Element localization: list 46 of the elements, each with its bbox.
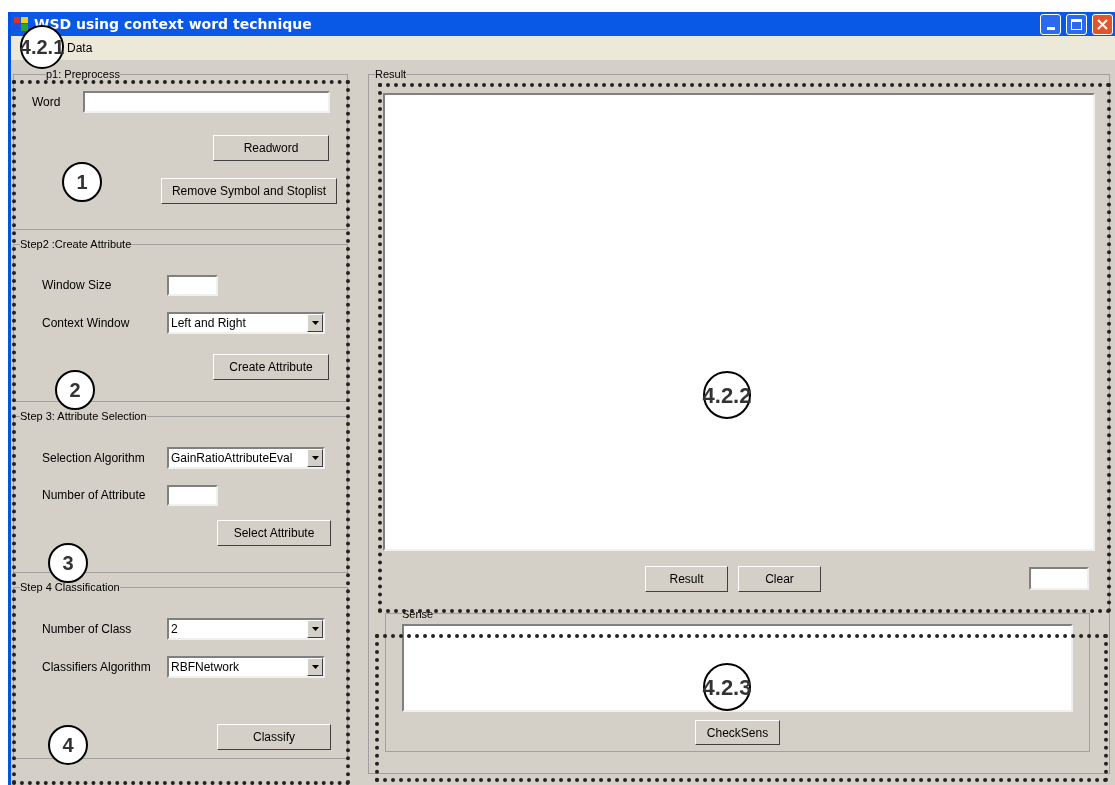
minimize-icon xyxy=(1046,26,1055,30)
field-label: Window Size xyxy=(42,277,113,294)
number-field[interactable] xyxy=(167,484,218,506)
checksens-button[interactable]: CheckSens xyxy=(695,720,780,745)
group-title: Result xyxy=(375,67,407,82)
dropdown-arrow-icon xyxy=(311,320,319,325)
dropdown[interactable]: 2 xyxy=(167,617,325,640)
group-title: Step 3: Attribute Selection xyxy=(20,409,147,424)
dropdown[interactable]: RBFNetwork xyxy=(167,655,325,678)
dropdown-arrow-icon xyxy=(311,626,319,631)
dropdown[interactable]: GainRatioAttributeEval xyxy=(167,446,325,469)
field-label: Word xyxy=(32,93,62,111)
menu-item[interactable]: Data xyxy=(67,39,93,57)
group-title: Step2 :Create Attribute xyxy=(20,237,132,252)
action-button[interactable]: Readword xyxy=(213,134,329,161)
sense-textarea[interactable] xyxy=(402,624,1073,712)
action-button[interactable]: Select Attribute xyxy=(217,519,331,546)
number-field[interactable] xyxy=(167,274,218,296)
close-icon xyxy=(1097,18,1108,30)
count-field[interactable] xyxy=(1029,567,1089,590)
field-label: Number of Attribute xyxy=(42,487,147,504)
field-label: Classifiers Algorithm xyxy=(42,658,152,676)
group-title: p1: Preprocess xyxy=(46,67,120,82)
field-label: Context Window xyxy=(42,314,131,332)
action-button[interactable]: Remove Symbol and Stoplist xyxy=(161,177,337,204)
action-button[interactable]: Classify xyxy=(217,723,331,750)
minimize-button[interactable] xyxy=(1040,13,1061,35)
callout-number: 3 xyxy=(62,551,74,576)
callout-number: 1 xyxy=(76,170,88,195)
group-title: Step 4 Classification xyxy=(20,580,120,595)
close-button[interactable] xyxy=(1092,13,1113,35)
field-label: Selection Algorithm xyxy=(42,449,146,467)
action-button[interactable]: Create Attribute xyxy=(213,353,329,380)
dropdown[interactable]: Left and Right xyxy=(167,311,325,334)
app-icon xyxy=(13,16,29,32)
callout-number: 4 xyxy=(62,733,74,758)
action-button[interactable]: Result xyxy=(645,565,728,592)
dropdown-arrow-icon xyxy=(311,664,319,669)
maximize-icon xyxy=(1071,18,1082,30)
field-label: Number of Class xyxy=(42,620,133,638)
word-field[interactable] xyxy=(83,90,330,113)
group-title: Sense xyxy=(402,606,434,622)
action-button[interactable]: Clear xyxy=(738,565,821,592)
callout-number: 2 xyxy=(69,378,81,403)
maximize-button[interactable] xyxy=(1066,13,1087,35)
dropdown-arrow-icon xyxy=(311,455,319,460)
